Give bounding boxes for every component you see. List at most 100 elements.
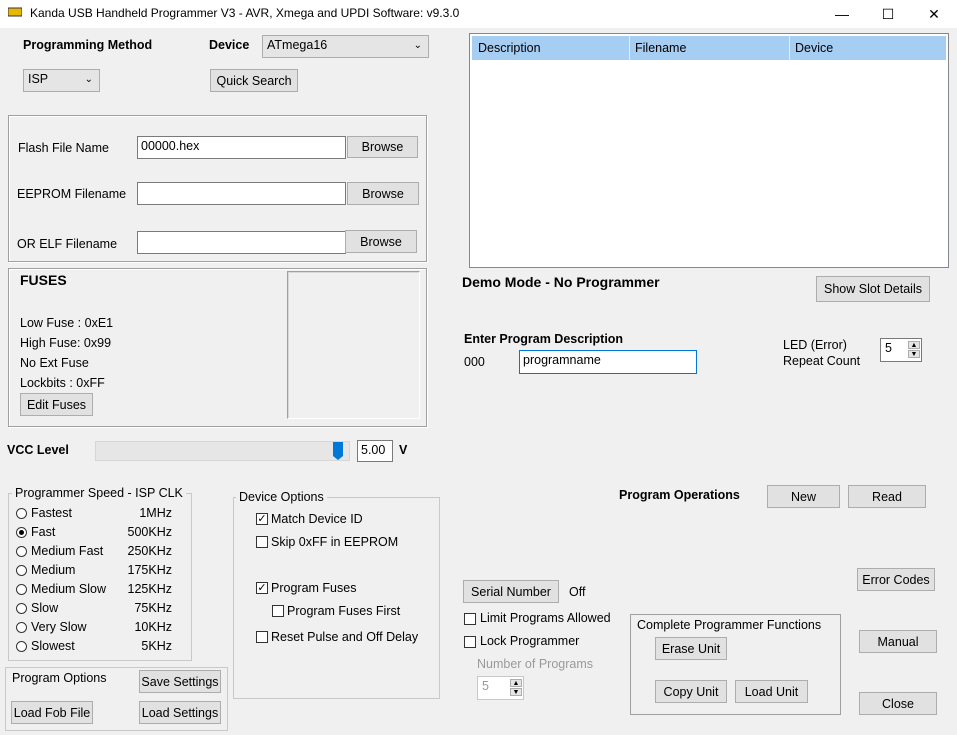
save-settings-button[interactable]: Save Settings	[139, 670, 221, 693]
chevron-down-icon: ⌄	[84, 74, 93, 85]
speed-name: Fast	[31, 525, 56, 539]
program-fuses-first-label: Program Fuses First	[287, 604, 401, 618]
new-button[interactable]: New	[767, 485, 840, 508]
limit-programs-checkbox[interactable]	[464, 613, 476, 625]
column-divider	[789, 36, 790, 60]
window-title: Kanda USB Handheld Programmer V3 - AVR, …	[30, 6, 460, 20]
manual-button[interactable]: Manual	[859, 630, 937, 653]
vcc-level-label: VCC Level	[7, 443, 69, 457]
speed-radio[interactable]	[16, 527, 27, 538]
program-description-input[interactable]: programname	[519, 350, 697, 374]
program-fuses-first-checkbox[interactable]	[272, 605, 284, 617]
speed-name: Slowest	[31, 639, 75, 653]
speed-frequency: 75KHz	[134, 601, 172, 615]
copy-unit-button[interactable]: Copy Unit	[655, 680, 727, 703]
vcc-slider-track[interactable]	[95, 441, 350, 461]
elf-file-label: OR ELF Filename	[17, 237, 118, 251]
load-fob-file-button[interactable]: Load Fob File	[11, 701, 93, 724]
high-fuse-text: High Fuse: 0x99	[20, 336, 112, 350]
vcc-value-input[interactable]: 5.00	[357, 440, 393, 462]
reset-pulse-checkbox[interactable]	[256, 631, 268, 643]
program-operations-title: Program Operations	[619, 488, 740, 502]
edit-fuses-button[interactable]: Edit Fuses	[20, 393, 93, 416]
eeprom-file-label: EEPROM Filename	[17, 187, 127, 201]
erase-unit-button[interactable]: Erase Unit	[655, 637, 727, 660]
elf-browse-button[interactable]: Browse	[345, 230, 417, 253]
speed-radio[interactable]	[16, 641, 27, 652]
flash-browse-button[interactable]: Browse	[347, 136, 418, 158]
read-button[interactable]: Read	[848, 485, 926, 508]
lockbits-text: Lockbits : 0xFF	[20, 376, 105, 390]
programming-method-value: ISP	[28, 72, 49, 86]
speed-frequency: 10KHz	[134, 620, 172, 634]
speed-radio[interactable]	[16, 603, 27, 614]
program-fuses-label: Program Fuses	[271, 581, 357, 595]
fuses-preview-panel	[287, 271, 420, 419]
lock-programmer-checkbox[interactable]	[464, 636, 476, 648]
speed-frequency: 1MHz	[139, 506, 172, 520]
speed-frequency: 250KHz	[127, 544, 172, 558]
minimize-button[interactable]: —	[819, 0, 865, 28]
speed-radio[interactable]	[16, 565, 27, 576]
speed-radio[interactable]	[16, 584, 27, 595]
spin-up-icon[interactable]: ▲	[908, 341, 920, 349]
error-codes-button[interactable]: Error Codes	[857, 568, 935, 591]
spin-down-icon[interactable]: ▼	[908, 350, 920, 358]
device-value: ATmega16	[267, 38, 328, 52]
speed-radio[interactable]	[16, 508, 27, 519]
serial-number-button[interactable]: Serial Number	[463, 580, 559, 603]
device-select[interactable]: ATmega16 ⌄	[262, 35, 429, 58]
ext-fuse-text: No Ext Fuse	[20, 356, 89, 370]
device-options-title: Device Options	[236, 490, 327, 504]
led-error-label: LED (Error)	[783, 338, 847, 352]
serial-number-state: Off	[569, 585, 586, 599]
program-fuses-checkbox[interactable]: ✓	[256, 582, 268, 594]
vcc-slider-thumb[interactable]	[332, 441, 344, 461]
flash-file-label: Flash File Name	[18, 141, 109, 155]
skip-ff-label: Skip 0xFF in EEPROM	[271, 535, 399, 549]
match-device-id-label: Match Device ID	[271, 512, 363, 526]
speed-frequency: 500KHz	[127, 525, 172, 539]
fuses-title: FUSES	[20, 272, 67, 288]
title-bar: Kanda USB Handheld Programmer V3 - AVR, …	[0, 0, 957, 28]
elf-file-input[interactable]	[137, 231, 346, 254]
maximize-button[interactable]: ☐	[865, 0, 911, 28]
complete-functions-title: Complete Programmer Functions	[637, 618, 822, 632]
quick-search-button[interactable]: Quick Search	[210, 69, 298, 92]
spin-up-icon[interactable]: ▲	[510, 679, 522, 687]
programming-method-label: Programming Method	[23, 38, 153, 52]
program-number: 000	[464, 355, 485, 369]
led-repeat-count-label: Repeat Count	[783, 354, 861, 368]
load-settings-button[interactable]: Load Settings	[139, 701, 221, 724]
show-slot-details-button[interactable]: Show Slot Details	[816, 276, 930, 302]
vcc-unit: V	[399, 443, 408, 457]
demo-mode-status: Demo Mode - No Programmer	[462, 274, 660, 290]
skip-ff-checkbox[interactable]	[256, 536, 268, 548]
column-divider	[629, 36, 630, 60]
column-filename[interactable]: Filename	[635, 41, 686, 55]
led-repeat-count-spinner[interactable]: 5 ▲ ▼	[880, 338, 922, 362]
load-unit-button[interactable]: Load Unit	[735, 680, 808, 703]
led-repeat-count-value: 5	[885, 341, 892, 355]
eeprom-browse-button[interactable]: Browse	[347, 182, 419, 205]
number-of-programs-spinner[interactable]: 5 ▲ ▼	[477, 676, 524, 700]
speed-frequency: 5KHz	[141, 639, 172, 653]
speed-radio[interactable]	[16, 546, 27, 557]
column-description[interactable]: Description	[478, 41, 541, 55]
eeprom-file-input[interactable]	[137, 182, 346, 205]
close-button[interactable]: Close	[859, 692, 937, 715]
close-window-button[interactable]: ✕	[911, 0, 957, 28]
speed-name: Slow	[31, 601, 59, 615]
speed-radio[interactable]	[16, 622, 27, 633]
match-device-id-checkbox[interactable]: ✓	[256, 513, 268, 525]
slot-list-header: Description Filename Device	[472, 36, 946, 60]
programmer-speed-title: Programmer Speed - ISP CLK	[12, 486, 186, 500]
speed-name: Medium Fast	[31, 544, 104, 558]
programming-method-select[interactable]: ISP ⌄	[23, 69, 100, 92]
spin-down-icon[interactable]: ▼	[510, 688, 522, 696]
reset-pulse-label: Reset Pulse and Off Delay	[271, 630, 419, 644]
slot-list[interactable]: Description Filename Device	[469, 33, 949, 268]
flash-file-input[interactable]: 00000.hex	[137, 136, 346, 159]
speed-name: Fastest	[31, 506, 72, 520]
column-device[interactable]: Device	[795, 41, 833, 55]
